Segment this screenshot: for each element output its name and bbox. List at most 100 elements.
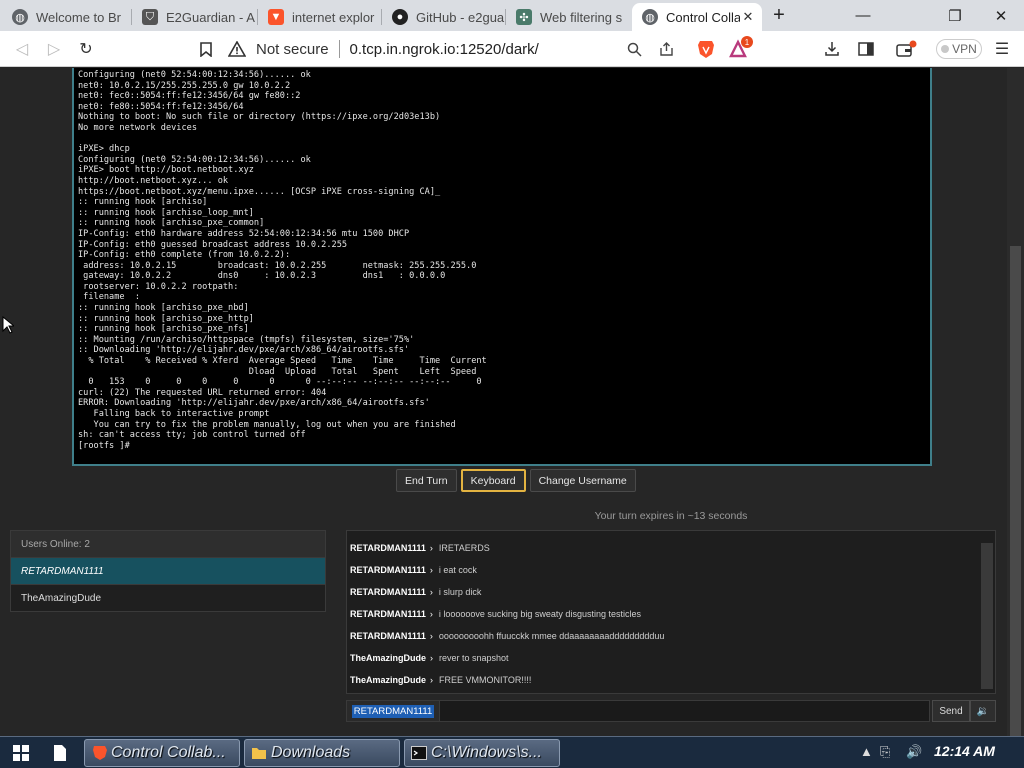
clock[interactable]: 12:14 AM (934, 743, 995, 759)
sidebar-icon (858, 42, 874, 56)
magnifier-icon (627, 42, 642, 57)
terminal-line: ERROR: Downloading 'http://elijahr.dev/p… (78, 398, 430, 409)
chat-message-separator: › (429, 543, 433, 553)
tab-title: E2Guardian - A (166, 9, 255, 25)
address-bar[interactable]: Not secure 0.tcp.in.ngrok.io:12520/dark/ (228, 37, 688, 61)
chat-message-user: RETARDMAN1111 (350, 631, 426, 641)
change-username-button[interactable]: Change Username (529, 469, 636, 492)
chat-message-text: FREE VMMONITOR!!!! (439, 675, 532, 685)
terminal-line: Dload Upload Total Spent Left Speed (78, 366, 477, 377)
brave-rewards-button[interactable]: 1 (728, 36, 753, 61)
chat-message-text: i slurp dick (438, 587, 482, 597)
terminal-line: No more network devices (78, 122, 197, 133)
restore-button[interactable]: ❐ (932, 0, 978, 31)
folder-icon (251, 745, 267, 761)
forward-button[interactable]: ▷ (42, 37, 66, 61)
menu-button[interactable]: ☰ (990, 37, 1014, 61)
terminal-line: :: running hook [archiso_pxe_nfs] (78, 324, 249, 335)
rewards-badge: 1 (741, 36, 753, 48)
minimize-button[interactable]: — (840, 0, 886, 31)
brave-shields-button[interactable] (694, 37, 718, 61)
url-divider (338, 40, 340, 58)
chat-username: RETARDMAN1111 (346, 700, 440, 722)
user-item[interactable]: RETARDMAN1111 (11, 557, 325, 584)
terminal-line: iPXE> boot http://boot.netboot.xyz (78, 165, 254, 176)
vpn-status-dot (941, 45, 950, 53)
taskbar-item-brave[interactable]: Control Collab... (84, 739, 240, 767)
taskbar: Control Collab... Downloads C:\Windows\s… (0, 736, 1024, 768)
keyboard-button[interactable]: Keyboard (460, 469, 526, 492)
network-icon: ✣ (516, 9, 532, 25)
tab-web-filtering[interactable]: ✣ Web filtering s (506, 3, 632, 31)
send-button[interactable]: Send (932, 700, 970, 722)
tab-title: Control Colla (666, 9, 740, 25)
chat-message-user: RETARDMAN1111 (350, 565, 426, 575)
terminal-line: rootserver: 10.0.2.2 rootpath: (78, 281, 239, 292)
chat-message-separator: › (430, 653, 434, 663)
taskbar-item-downloads[interactable]: Downloads (244, 739, 400, 767)
tab-title: Web filtering s (540, 9, 623, 25)
tab-welcome[interactable]: ◍ Welcome to Br (2, 3, 132, 31)
chat-message-text: IRETAERDS (438, 543, 490, 553)
reload-button[interactable]: ↻ (74, 37, 98, 61)
taskbar-item-cmd[interactable]: C:\Windows\s... (404, 739, 560, 767)
tab-control-collab[interactable]: ◍ Control Colla ✕ (632, 3, 762, 31)
chat-message-user: RETARDMAN1111 (350, 587, 426, 597)
volume-icon[interactable]: 🔊 (906, 744, 922, 760)
downloads-button[interactable] (820, 37, 844, 61)
wallet-button[interactable] (894, 37, 918, 61)
globe-icon: ◍ (12, 9, 28, 25)
tab-internet-explorer[interactable]: ▼ internet explor (258, 3, 382, 31)
tab-github[interactable]: ● GitHub - e2gua (382, 3, 506, 31)
browser-toolbar: ◁ ▷ ↻ Not secure 0.tcp.in.ngrok.io:12520… (0, 31, 1024, 67)
chat-username-label: RETARDMAN1111 (351, 704, 435, 718)
zoom-button[interactable] (622, 37, 646, 61)
taskbar-item-label: Control Collab... (111, 744, 226, 761)
tray-usb-icon[interactable]: ⎘ (880, 744, 890, 760)
chat-scrollbar[interactable] (981, 543, 993, 689)
chat-message-separator: › (429, 609, 433, 619)
sidebar-button[interactable] (854, 37, 878, 61)
tab-e2guardian[interactable]: ⛉ E2Guardian - A (132, 3, 258, 31)
vpn-label: VPN (952, 42, 977, 56)
download-icon (825, 42, 839, 56)
terminal-line: net0: fe80::5054:ff:fe12:3456/64 (78, 101, 244, 112)
user-item[interactable]: TheAmazingDude (11, 584, 325, 611)
vm-controls: End Turn Keyboard Change Username (396, 469, 636, 493)
start-button[interactable] (4, 739, 38, 767)
terminal-line: 0 153 0 0 0 0 0 0 --:--:-- --:--:-- --:-… (78, 377, 482, 388)
terminal-line: :: running hook [archiso_pxe_common] (78, 218, 265, 229)
forward-arrow-icon: ▷ (47, 41, 61, 58)
chat-message-text: i loooooove sucking big sweaty disgustin… (438, 609, 641, 619)
terminal-line: You can try to fix the problem manually,… (78, 419, 456, 430)
reload-icon: ↻ (79, 41, 93, 58)
vpn-button[interactable]: VPN (936, 39, 982, 59)
page-scrollbar-thumb[interactable] (1010, 246, 1021, 736)
tray-arrow-icon[interactable]: ▲ (860, 744, 873, 759)
show-desktop-button[interactable] (46, 739, 74, 767)
voice-button[interactable]: 🔉 (970, 700, 996, 722)
chat-message-text: rever to snapshot (439, 653, 509, 663)
terminal-line: filename : (78, 292, 141, 303)
terminal-line: net0: 10.0.2.15/255.255.255.0 gw 10.0.2.… (78, 80, 291, 91)
bookmark-button[interactable] (194, 37, 218, 61)
chat-message: TheAmazingDude › rever to snapshot (347, 647, 981, 669)
new-tab-button[interactable]: + (762, 0, 796, 31)
vm-screen[interactable]: Configuring (net0 52:54:00:12:34:56)....… (72, 68, 932, 466)
wallet-icon (896, 40, 917, 57)
page-scrollbar[interactable] (1007, 68, 1024, 736)
page-content: Configuring (net0 52:54:00:12:34:56)....… (0, 68, 1024, 736)
back-button[interactable]: ◁ (10, 37, 34, 61)
share-button[interactable] (654, 37, 678, 61)
close-window-button[interactable]: ✕ (978, 0, 1024, 31)
brave-icon (91, 745, 107, 761)
chat-message: RETARDMAN1111 › ooooooooohh ffuucckk mmee … (347, 625, 981, 647)
chat-input-row: RETARDMAN1111 Send 🔉 (346, 700, 996, 722)
terminal-line: net0: fec0::5054:ff:fe12:3456/64 gw fe80… (78, 91, 301, 102)
chat-input[interactable] (440, 700, 930, 722)
close-tab-icon[interactable]: ✕ (740, 9, 756, 25)
terminal-line: :: running hook [archiso] (78, 197, 208, 208)
chat-message-text: i eat cock (438, 565, 477, 575)
chat-message-separator: › (429, 631, 433, 641)
end-turn-button[interactable]: End Turn (396, 469, 457, 492)
